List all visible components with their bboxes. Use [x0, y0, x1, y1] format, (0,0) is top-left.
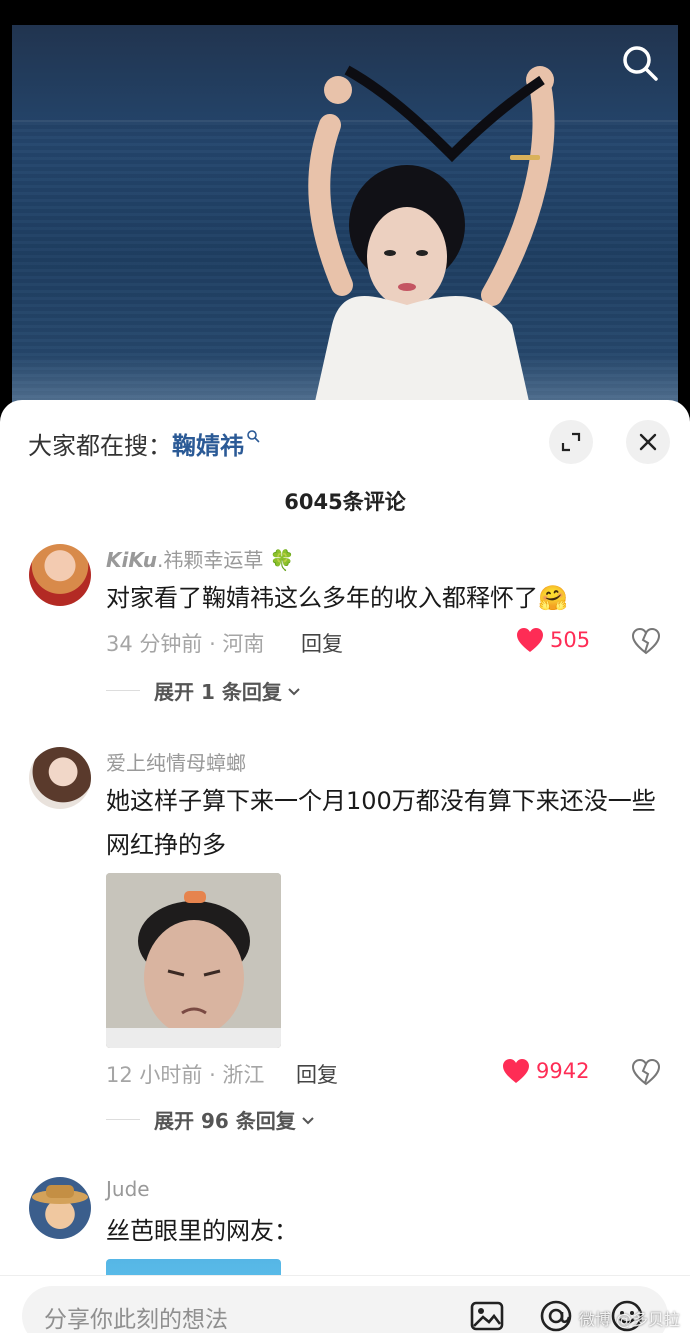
screen: 大家都在搜： 鞠婧祎 6045条评论 KiKu.祎颗幸运草 🍀 对家看了鞠婧祎这… — [0, 0, 690, 1333]
comment-text: 她这样子算下来一个月100万都没有算下来还没一些网红挣的多 — [106, 787, 656, 859]
like-count: 505 — [550, 628, 591, 652]
reply-button[interactable]: 回复 — [296, 1059, 338, 1089]
search-icon — [623, 46, 658, 81]
trending-search-term[interactable]: 鞠婧祎 — [172, 426, 244, 461]
meme-image — [106, 873, 281, 1048]
heart-icon — [503, 1059, 529, 1083]
expand-divider — [106, 1119, 140, 1120]
comment-username[interactable]: 爱上纯情母蟑螂 — [106, 747, 246, 776]
comment-text-body: 对家看了鞠婧祎这么多年的收入都释怀了 — [106, 584, 538, 612]
comments-count: 6045条评论 — [284, 490, 406, 514]
comment-time-location: 34 分钟前 · 河南 — [106, 632, 265, 656]
avatar[interactable] — [29, 1177, 91, 1239]
close-icon — [639, 433, 657, 451]
comment-text: 对家看了鞠婧祎这么多年的收入都释怀了🤗 — [106, 576, 666, 620]
video-person-figure — [308, 65, 555, 415]
comment-image[interactable] — [106, 873, 281, 1048]
avatar[interactable] — [29, 747, 91, 809]
at-icon[interactable] — [538, 1298, 574, 1333]
trending-search[interactable]: 大家都在搜： 鞠婧祎 — [28, 426, 260, 461]
like-button[interactable]: 505 — [516, 627, 590, 653]
search-button[interactable] — [616, 39, 664, 87]
expand-replies[interactable]: 展开 96 条回复 — [106, 1105, 316, 1134]
expand-replies-label: 展开 1 条回复 — [154, 680, 282, 704]
clover-emoji: 🍀 — [269, 548, 295, 572]
comment-username[interactable]: Jude — [106, 1177, 150, 1201]
like-count: 9942 — [536, 1059, 590, 1083]
expand-replies-label: 展开 96 条回复 — [154, 1109, 296, 1133]
trending-search-prefix: 大家都在搜： — [28, 432, 172, 460]
comment-time-location: 12 小时前 · 浙江 — [106, 1063, 265, 1087]
avatar-hat — [32, 1185, 88, 1204]
broken-heart-icon[interactable] — [632, 628, 660, 656]
image-icon[interactable] — [469, 1298, 505, 1333]
expand-divider — [106, 690, 140, 691]
username-styled: KiKu — [106, 548, 157, 572]
comments-sheet: 大家都在搜： 鞠婧祎 6045条评论 KiKu.祎颗幸运草 🍀 对家看了鞠婧祎这… — [0, 400, 690, 1333]
chevron-down-icon — [302, 1116, 314, 1124]
comment-username[interactable]: KiKu.祎颗幸运草 🍀 — [106, 544, 295, 573]
like-button[interactable]: 9942 — [502, 1058, 589, 1084]
expand-button[interactable] — [549, 420, 593, 464]
expand-replies[interactable]: 展开 1 条回复 — [106, 676, 302, 705]
watermark: 微博 @多贝拉 — [578, 1310, 680, 1329]
comment-text: 丝芭眼里的网友： — [106, 1217, 298, 1245]
small-search-icon — [247, 429, 260, 442]
close-button[interactable] — [626, 420, 670, 464]
hug-emoji: 🤗 — [538, 584, 568, 612]
reply-button[interactable]: 回复 — [301, 628, 343, 658]
expand-icon — [561, 432, 581, 452]
heart-icon — [517, 628, 543, 652]
broken-heart-icon[interactable] — [632, 1059, 660, 1087]
avatar[interactable] — [29, 544, 91, 606]
video-player[interactable] — [12, 25, 678, 415]
username-rest: .祎颗幸运草 — [157, 548, 264, 572]
comment-input-placeholder: 分享你此刻的想法 — [44, 1307, 228, 1333]
chevron-down-icon — [288, 687, 300, 695]
